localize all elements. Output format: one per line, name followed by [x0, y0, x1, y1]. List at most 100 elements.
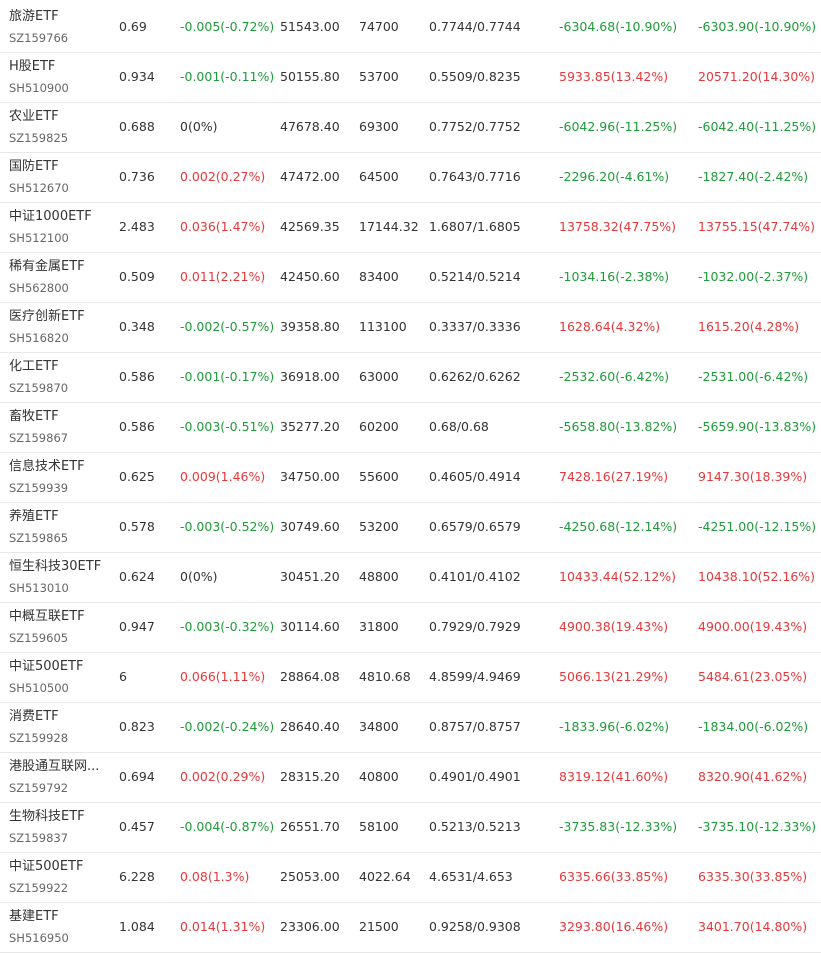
pnl-cell: 1628.64(4.32%): [559, 319, 661, 334]
pnl-cell: -2532.60(-6.42%): [559, 369, 670, 384]
total-pnl-cell: 6335.30(33.85%): [698, 869, 808, 884]
fund-code: SZ159865: [9, 531, 69, 545]
table-row[interactable]: 消费ETF SZ159928 0.823 -0.002(-0.24%) 28640.40…: [0, 703, 821, 753]
cost-cell: 4.8599/4.9469: [429, 669, 521, 684]
cost-cell: 0.4901/0.4901: [429, 769, 521, 784]
fund-name[interactable]: 畜牧ETF: [9, 409, 109, 425]
price-cell: 0.586: [119, 419, 155, 434]
table-row[interactable]: 畜牧ETF SZ159867 0.586 -0.003(-0.51%) 35277.20…: [0, 403, 821, 453]
volume-cell: 60200: [359, 419, 399, 434]
total-pnl-cell: 8320.90(41.62%): [698, 769, 808, 784]
price-cell: 0.688: [119, 119, 155, 134]
table-row[interactable]: 化工ETF SZ159870 0.586 -0.001(-0.17%) 36918.00…: [0, 353, 821, 403]
fund-code: SH512670: [9, 181, 69, 195]
fund-name[interactable]: 化工ETF: [9, 359, 109, 375]
volume-cell: 74700: [359, 19, 399, 34]
fund-name[interactable]: 稀有金属ETF: [9, 259, 109, 275]
amount-cell: 39358.80: [280, 319, 340, 334]
table-row[interactable]: 国防ETF SH512670 0.736 0.002(0.27%) 47472.00 64…: [0, 153, 821, 203]
price-cell: 0.947: [119, 619, 155, 634]
pnl-cell: -4250.68(-12.14%): [559, 519, 678, 534]
total-pnl-cell: -6303.90(-10.90%): [698, 19, 817, 34]
cost-cell: 0.4101/0.4102: [429, 569, 521, 584]
price-cell: 6.228: [119, 869, 155, 884]
volume-cell: 4810.68: [359, 669, 411, 684]
amount-cell: 28864.08: [280, 669, 340, 684]
fund-name[interactable]: 基建ETF: [9, 909, 109, 925]
total-pnl-cell: -2531.00(-6.42%): [698, 369, 809, 384]
amount-cell: 25053.00: [280, 869, 340, 884]
fund-name[interactable]: 中证500ETF: [9, 859, 109, 875]
table-row[interactable]: 基建ETF SH516950 1.084 0.014(1.31%) 23306.00 21…: [0, 903, 821, 953]
table-row[interactable]: 中概互联ETF SZ159605 0.947 -0.003(-0.32%) 30114.…: [0, 603, 821, 653]
fund-code: SZ159867: [9, 431, 69, 445]
fund-code: SZ159939: [9, 481, 69, 495]
fund-code: SH516950: [9, 931, 69, 945]
fund-name[interactable]: 养殖ETF: [9, 509, 109, 525]
fund-name[interactable]: 消费ETF: [9, 709, 109, 725]
volume-cell: 40800: [359, 769, 399, 784]
table-row[interactable]: 生物科技ETF SZ159837 0.457 -0.004(-0.87%) 26551.…: [0, 803, 821, 853]
table-row[interactable]: 信息技术ETF SZ159939 0.625 0.009(1.46%) 34750.00…: [0, 453, 821, 503]
cost-cell: 0.5509/0.8235: [429, 69, 521, 84]
change-cell: -0.003(-0.51%): [180, 419, 275, 434]
fund-name[interactable]: 国防ETF: [9, 159, 109, 175]
change-cell: 0.036(1.47%): [180, 219, 266, 234]
fund-name[interactable]: H股ETF: [9, 59, 109, 75]
total-pnl-cell: 3401.70(14.80%): [698, 919, 808, 934]
amount-cell: 34750.00: [280, 469, 340, 484]
fund-code: SH510900: [9, 81, 69, 95]
fund-name[interactable]: 中证500ETF: [9, 659, 109, 675]
table-row[interactable]: 医疗创新ETF SH516820 0.348 -0.002(-0.57%) 39358.…: [0, 303, 821, 353]
fund-code: SZ159605: [9, 631, 69, 645]
fund-code: SZ159792: [9, 781, 69, 795]
total-pnl-cell: 4900.00(19.43%): [698, 619, 808, 634]
fund-name[interactable]: 农业ETF: [9, 109, 109, 125]
cost-cell: 0.7752/0.7752: [429, 119, 521, 134]
table-row[interactable]: 中证1000ETF SH512100 2.483 0.036(1.47%) 42569.…: [0, 203, 821, 253]
price-cell: 0.694: [119, 769, 155, 784]
change-cell: 0.014(1.31%): [180, 919, 266, 934]
cost-cell: 0.7929/0.7929: [429, 619, 521, 634]
fund-code: SZ159766: [9, 31, 69, 45]
volume-cell: 69300: [359, 119, 399, 134]
fund-name[interactable]: 旅游ETF: [9, 9, 109, 25]
volume-cell: 83400: [359, 269, 399, 284]
pnl-cell: 10433.44(52.12%): [559, 569, 677, 584]
table-row[interactable]: 稀有金属ETF SH562800 0.509 0.011(2.21%) 42450.60…: [0, 253, 821, 303]
pnl-cell: -5658.80(-13.82%): [559, 419, 678, 434]
fund-code: SZ159870: [9, 381, 69, 395]
change-cell: -0.002(-0.57%): [180, 319, 275, 334]
fund-name[interactable]: 港股通互联网...: [9, 759, 109, 775]
cost-cell: 4.6531/4.653: [429, 869, 513, 884]
fund-name[interactable]: 生物科技ETF: [9, 809, 109, 825]
price-cell: 0.934: [119, 69, 155, 84]
amount-cell: 42450.60: [280, 269, 340, 284]
cost-cell: 0.6579/0.6579: [429, 519, 521, 534]
fund-name[interactable]: 信息技术ETF: [9, 459, 109, 475]
fund-name[interactable]: 医疗创新ETF: [9, 309, 109, 325]
table-row[interactable]: 中证500ETF SZ159922 6.228 0.08(1.3%) 25053.00 4…: [0, 853, 821, 903]
fund-name[interactable]: 中证1000ETF: [9, 209, 109, 225]
table-row[interactable]: 港股通互联网... SZ159792 0.694 0.002(0.29%) 28315.…: [0, 753, 821, 803]
table-row[interactable]: H股ETF SH510900 0.934 -0.001(-0.11%) 50155.80…: [0, 53, 821, 103]
table-row[interactable]: 中证500ETF SH510500 6 0.066(1.11%) 28864.08 481…: [0, 653, 821, 703]
total-pnl-cell: -5659.90(-13.83%): [698, 419, 817, 434]
fund-name[interactable]: 中概互联ETF: [9, 609, 109, 625]
change-cell: -0.005(-0.72%): [180, 19, 275, 34]
table-row[interactable]: 恒生科技30ETF SH513010 0.624 0(0%) 30451.20 48800…: [0, 553, 821, 603]
pnl-cell: 5066.13(21.29%): [559, 669, 669, 684]
fund-name[interactable]: 恒生科技30ETF: [9, 559, 109, 575]
table-row[interactable]: 农业ETF SZ159825 0.688 0(0%) 47678.40 69300 0.77…: [0, 103, 821, 153]
total-pnl-cell: -1827.40(-2.42%): [698, 169, 809, 184]
total-pnl-cell: 20571.20(14.30%): [698, 69, 816, 84]
cost-cell: 0.9258/0.9308: [429, 919, 521, 934]
cost-cell: 0.8757/0.8757: [429, 719, 521, 734]
price-cell: 0.509: [119, 269, 155, 284]
table-row[interactable]: 旅游ETF SZ159766 0.69 -0.005(-0.72%) 51543.00 7…: [0, 0, 821, 53]
change-cell: 0.011(2.21%): [180, 269, 266, 284]
price-cell: 0.348: [119, 319, 155, 334]
table-row[interactable]: 养殖ETF SZ159865 0.578 -0.003(-0.52%) 30749.60…: [0, 503, 821, 553]
amount-cell: 35277.20: [280, 419, 340, 434]
price-cell: 0.457: [119, 819, 155, 834]
